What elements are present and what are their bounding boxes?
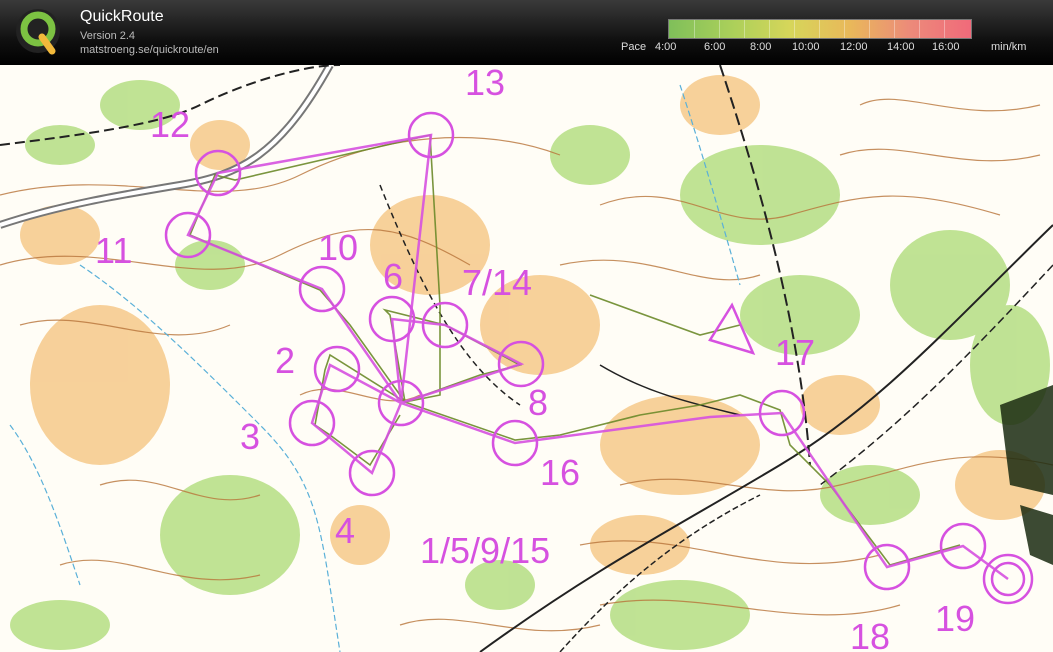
control-label: 8: [528, 382, 548, 423]
control-label: 17: [775, 332, 815, 373]
control-label: 11: [95, 230, 132, 271]
control-label: 10: [318, 227, 358, 268]
control-label: 4: [335, 510, 355, 551]
control-label: 18: [850, 616, 890, 652]
control-label: 6: [383, 256, 403, 297]
control-label: 2: [275, 340, 295, 381]
control-label: 19: [935, 598, 975, 639]
control-label: 3: [240, 416, 260, 457]
app-title: QuickRoute: [80, 8, 164, 25]
pace-tick: 12:00: [840, 41, 868, 53]
pace-tick: 6:00: [704, 41, 726, 53]
pace-legend-bar: [668, 19, 972, 39]
app-url[interactable]: matstroeng.se/quickroute/en: [80, 44, 219, 56]
pace-tick: 10:00: [792, 41, 820, 53]
pace-tick: 4:00: [655, 41, 677, 53]
control-label: 1/5/9/15: [420, 530, 550, 571]
pace-label: Pace: [621, 41, 647, 53]
app-header: QuickRoute Version 2.4 matstroeng.se/qui…: [0, 0, 1053, 65]
quickroute-logo-icon: [16, 9, 60, 55]
control-label: 7/14: [462, 262, 532, 303]
pace-tick: 14:00: [887, 41, 915, 53]
control-label: 12: [150, 104, 190, 145]
pace-tick: 8:00: [750, 41, 772, 53]
pace-unit: min/km: [991, 41, 1027, 53]
pace-tick: 16:00: [932, 41, 960, 53]
app-version: Version 2.4: [80, 30, 136, 42]
control-label: 13: [465, 65, 505, 103]
control-label: 16: [540, 452, 580, 493]
map-canvas: 1/5/9/15 2 3 4 6 7/14 8 10 11 12 13 16 1…: [0, 65, 1053, 652]
orienteering-map[interactable]: 1/5/9/15 2 3 4 6 7/14 8 10 11 12 13 16 1…: [0, 65, 1053, 652]
